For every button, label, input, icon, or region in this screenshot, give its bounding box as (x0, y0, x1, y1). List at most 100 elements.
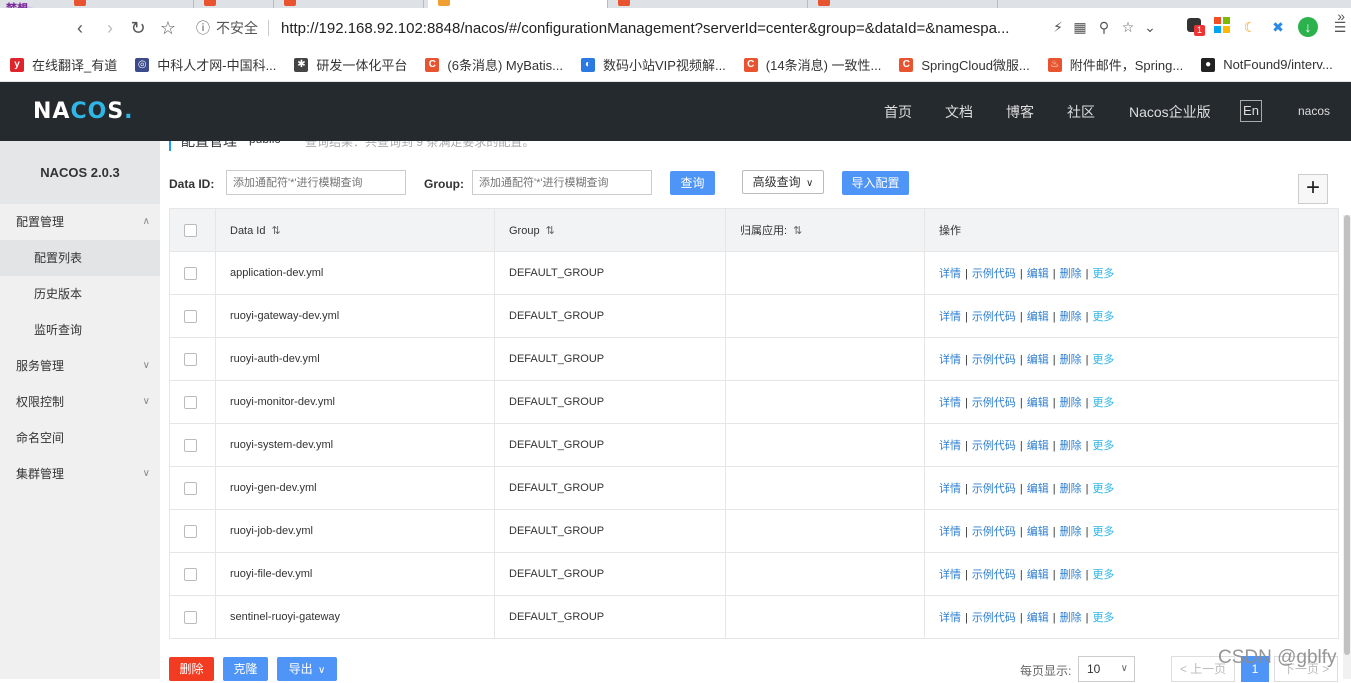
sidebar-item[interactable]: 配置列表 (0, 240, 160, 276)
clone-button[interactable]: 克隆 (223, 657, 268, 681)
row-checkbox[interactable] (184, 395, 197, 409)
sort-icon[interactable]: ⇅ (793, 225, 802, 237)
extension-icon[interactable]: 1 (1184, 17, 1205, 37)
edit-link[interactable]: 编辑 (1027, 483, 1049, 495)
browser-tab[interactable] (64, 0, 194, 8)
header-app[interactable]: 归属应用: ⇅ (725, 208, 925, 252)
detail-link[interactable]: 详情 (939, 483, 961, 495)
moon-icon[interactable]: ☾ (1240, 17, 1260, 37)
url-text[interactable]: http://192.168.92.102:8848/nacos/#/confi… (281, 20, 1041, 37)
browser-tab[interactable] (808, 0, 998, 8)
sidebar-item[interactable]: 权限控制 ∨ (0, 384, 160, 420)
bookmark-item[interactable]: ◐ 数码小站VIP视频解... (581, 55, 726, 74)
back-icon[interactable]: ‹ (68, 16, 92, 40)
address-bar[interactable]: ⓘ 不安全 http://192.168.92.102:8848/nacos/#… (192, 13, 1062, 43)
edit-link[interactable]: 编辑 (1027, 397, 1049, 409)
qr-code-icon[interactable]: ▦ (1070, 17, 1090, 37)
bookmark-item[interactable]: ♨ 附件邮件，Spring... (1047, 55, 1183, 74)
more-link[interactable]: 更多 (1092, 440, 1114, 452)
nav-docs[interactable]: 文档 (945, 102, 973, 122)
row-checkbox[interactable] (184, 266, 197, 280)
bookmark-item[interactable]: y 在线翻译_有道 (10, 55, 117, 74)
bookmark-item[interactable]: C SpringCloud微服... (899, 55, 1030, 74)
language-toggle[interactable]: En (1240, 100, 1262, 122)
sample-link[interactable]: 示例代码 (972, 354, 1016, 366)
sample-link[interactable]: 示例代码 (972, 483, 1016, 495)
row-checkbox[interactable] (184, 481, 197, 495)
delete-link[interactable]: 删除 (1060, 612, 1082, 624)
sidebar-item[interactable]: 监听查询 (0, 312, 160, 348)
browser-tab[interactable] (608, 0, 808, 8)
row-checkbox[interactable] (184, 610, 197, 624)
select-all-checkbox[interactable] (184, 223, 197, 237)
detail-link[interactable]: 详情 (939, 526, 961, 538)
delete-link[interactable]: 删除 (1060, 354, 1082, 366)
sample-link[interactable]: 示例代码 (972, 526, 1016, 538)
edit-link[interactable]: 编辑 (1027, 268, 1049, 280)
delete-link[interactable]: 删除 (1060, 569, 1082, 581)
info-icon[interactable]: ⓘ (192, 18, 214, 38)
delete-link[interactable]: 删除 (1060, 311, 1082, 323)
detail-link[interactable]: 详情 (939, 311, 961, 323)
sidebar-item[interactable]: 命名空间 (0, 420, 160, 456)
nav-blog[interactable]: 博客 (1006, 102, 1034, 122)
delete-link[interactable]: 删除 (1060, 483, 1082, 495)
bookmark-item[interactable]: C (6条消息) MyBatis... (425, 55, 563, 74)
zoom-icon[interactable]: ⚲ (1094, 17, 1114, 37)
search-button[interactable]: 查询 (670, 171, 715, 195)
scrollbar[interactable] (1343, 215, 1351, 679)
browser-tab[interactable] (274, 0, 424, 8)
row-checkbox[interactable] (184, 309, 197, 323)
delete-link[interactable]: 删除 (1060, 268, 1082, 280)
row-checkbox[interactable] (184, 352, 197, 366)
import-config-button[interactable]: 导入配置 (842, 171, 909, 195)
data-id-input[interactable] (226, 170, 406, 195)
more-link[interactable]: 更多 (1092, 569, 1114, 581)
chevron-down-icon[interactable]: ⌄ (1140, 17, 1160, 37)
forward-icon[interactable]: › (98, 16, 122, 40)
sample-link[interactable]: 示例代码 (972, 268, 1016, 280)
sidebar-item[interactable]: 配置管理 ∧ (0, 204, 160, 240)
star-icon[interactable]: ☆ (156, 16, 180, 40)
header-group[interactable]: Group ⇅ (494, 208, 726, 252)
sidebar-item[interactable]: 集群管理 ∨ (0, 456, 160, 492)
sample-link[interactable]: 示例代码 (972, 612, 1016, 624)
download-icon[interactable]: ↓ (1298, 17, 1318, 37)
nav-community[interactable]: 社区 (1067, 102, 1095, 122)
sidebar-item[interactable]: 历史版本 (0, 276, 160, 312)
edit-link[interactable]: 编辑 (1027, 612, 1049, 624)
batch-delete-button[interactable]: 删除 (169, 657, 214, 681)
more-link[interactable]: 更多 (1092, 311, 1114, 323)
row-checkbox[interactable] (184, 438, 197, 452)
double-chevron-icon[interactable]: » (1337, 8, 1345, 24)
bookmark-item[interactable]: C (14条消息) 一致性... (743, 55, 881, 74)
sample-link[interactable]: 示例代码 (972, 397, 1016, 409)
detail-link[interactable]: 详情 (939, 397, 961, 409)
delete-link[interactable]: 删除 (1060, 526, 1082, 538)
sample-link[interactable]: 示例代码 (972, 569, 1016, 581)
lightning-icon[interactable]: ⚡ (1048, 17, 1068, 37)
edit-link[interactable]: 编辑 (1027, 569, 1049, 581)
reload-icon[interactable]: ↻ (126, 16, 150, 40)
sidebar-item[interactable]: 服务管理 ∨ (0, 348, 160, 384)
delete-link[interactable]: 删除 (1060, 397, 1082, 409)
sample-link[interactable]: 示例代码 (972, 440, 1016, 452)
more-link[interactable]: 更多 (1092, 526, 1114, 538)
detail-link[interactable]: 详情 (939, 569, 961, 581)
nacos-logo[interactable]: NACOS. (33, 99, 134, 124)
nav-home[interactable]: 首页 (884, 102, 912, 122)
more-link[interactable]: 更多 (1092, 268, 1114, 280)
detail-link[interactable]: 详情 (939, 268, 961, 280)
bookmark-star-icon[interactable]: ☆ (1118, 17, 1138, 37)
page-size-select[interactable]: 10 ∨ (1078, 656, 1135, 682)
row-checkbox[interactable] (184, 567, 197, 581)
sample-link[interactable]: 示例代码 (972, 311, 1016, 323)
bookmark-item[interactable]: ● NotFound9/interv... (1201, 57, 1333, 72)
sort-icon[interactable]: ⇅ (546, 225, 555, 237)
edit-link[interactable]: 编辑 (1027, 311, 1049, 323)
row-checkbox[interactable] (184, 524, 197, 538)
detail-link[interactable]: 详情 (939, 612, 961, 624)
scissors-icon[interactable]: ✖ (1268, 17, 1288, 37)
more-link[interactable]: 更多 (1092, 397, 1114, 409)
group-input[interactable] (472, 170, 652, 195)
